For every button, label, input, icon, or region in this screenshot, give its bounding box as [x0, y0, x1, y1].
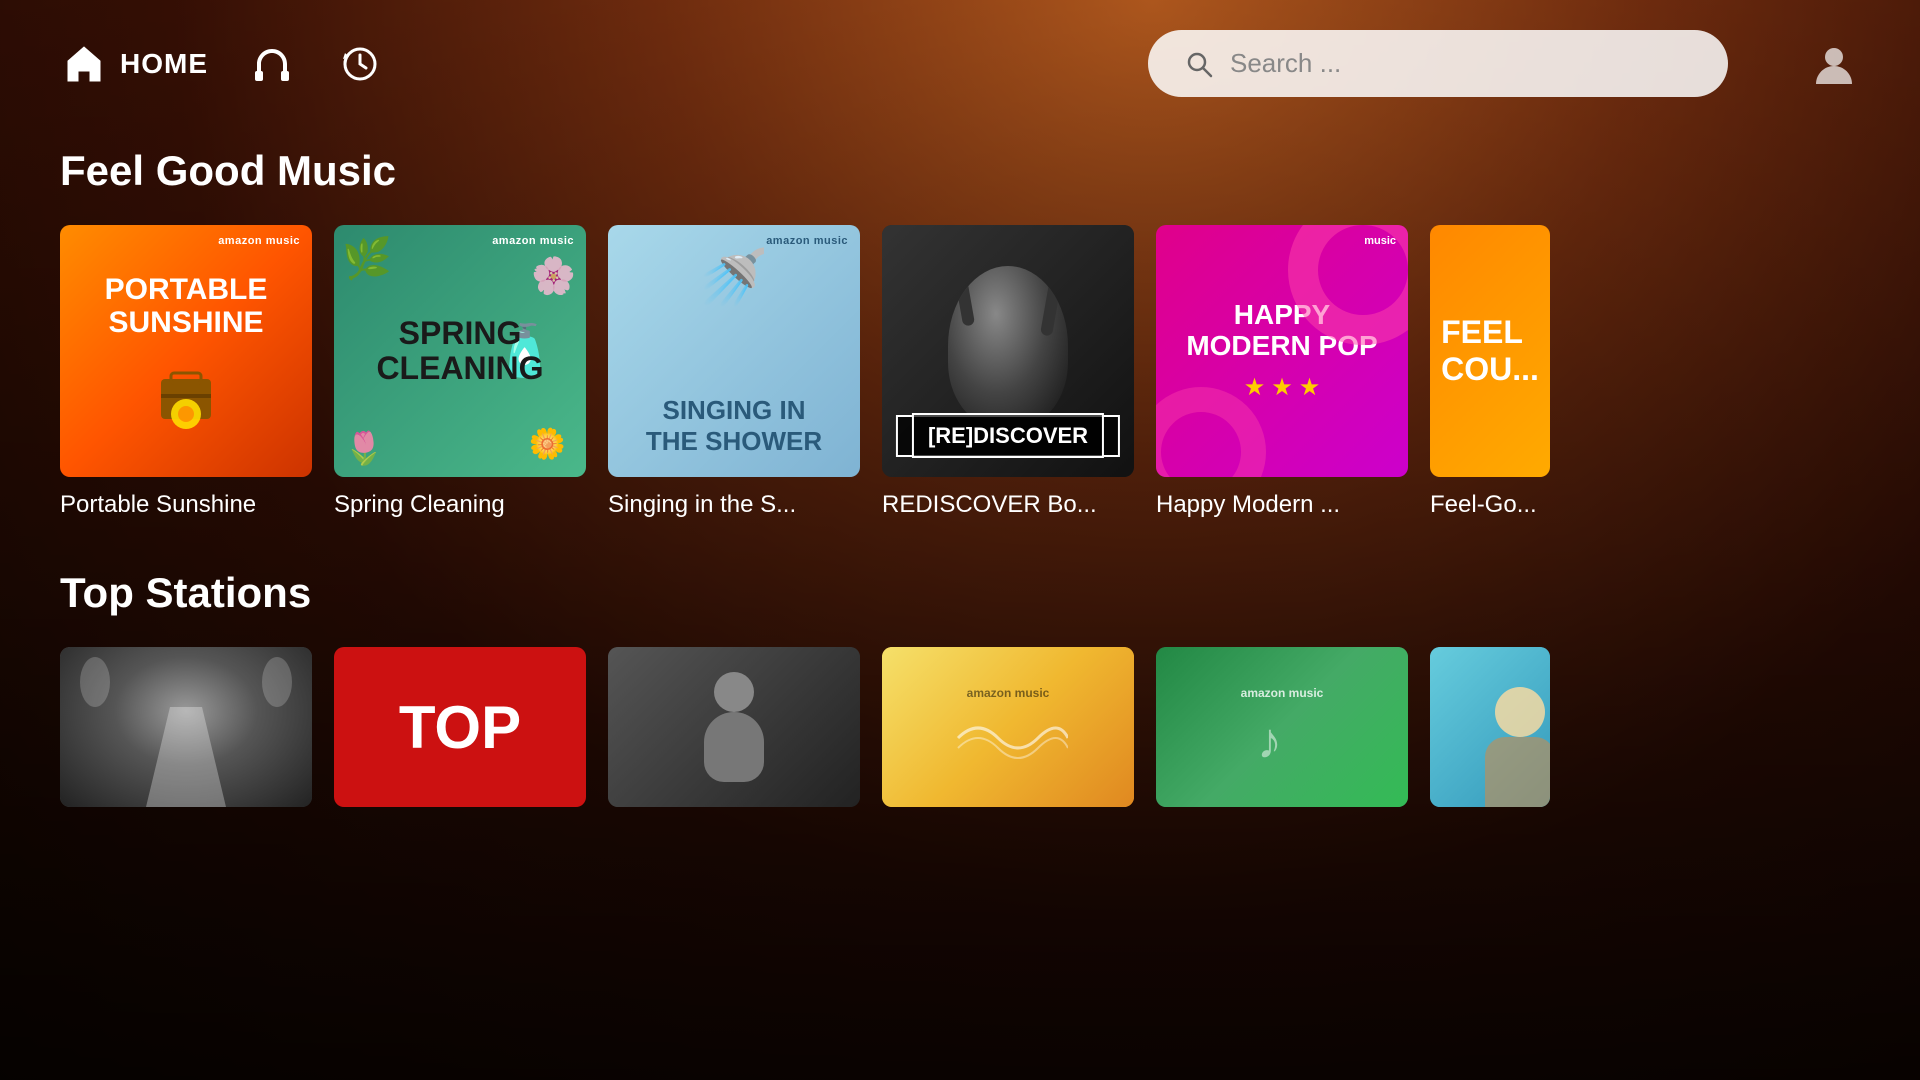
spring-cleaning-label: Spring Cleaning [334, 491, 505, 518]
amazon-grad-badge: amazon music [967, 686, 1050, 700]
spring-cleaning-text: SPRING CLEANING [376, 316, 543, 386]
card-rediscover[interactable]: amazon music [882, 225, 1134, 519]
feel-good-label: Feel-Go... [1430, 491, 1537, 518]
card-happy-modern-pop[interactable]: music HAPPY MODERN POP ★ ★ ★ Happy Moder… [1156, 225, 1408, 519]
station-card-top[interactable]: TOP [334, 647, 586, 807]
history-icon [336, 40, 384, 88]
singing-shower-badge: amazon music [766, 235, 848, 247]
happy-pop-stars: ★ ★ ★ [1244, 373, 1321, 402]
rediscover-label: REDISCOVER Bo... [882, 491, 1097, 518]
home-icon [60, 40, 108, 88]
nav-headphones[interactable] [248, 40, 296, 88]
portable-sunshine-badge: amazon music [218, 235, 300, 247]
card-portable-sunshine-image: amazon music PORTABLE SUNSHINE [60, 225, 312, 477]
card-singing-shower-image: amazon music 🚿 SINGING IN THE SHOWER [608, 225, 860, 477]
header: HOME Search . [0, 0, 1920, 127]
card-happy-modern-pop-image: music HAPPY MODERN POP ★ ★ ★ [1156, 225, 1408, 477]
station-card-amazon-grad-image: amazon music [882, 647, 1134, 807]
top-stations-section: Top Stations [60, 569, 1860, 807]
nav-home[interactable]: HOME [60, 40, 208, 88]
card-rediscover-image: amazon music [882, 225, 1134, 477]
card-spring-cleaning[interactable]: amazon music 🌿 🌸 🌷 🌼 🧴 SPRING CLEANING [334, 225, 586, 519]
station-card-teal-image [1430, 647, 1550, 807]
feel-good-music-section: Feel Good Music amazon music PORTABLE SU… [60, 147, 1860, 519]
station-card-amazon-music[interactable]: amazon music ♪ [1156, 647, 1408, 807]
station-card-1[interactable] [60, 647, 312, 807]
headphones-icon [248, 40, 296, 88]
portable-sunshine-label: Portable Sunshine [60, 491, 256, 518]
search-bar[interactable]: Search ... [1148, 30, 1728, 97]
happy-modern-pop-label: Happy Modern ... [1156, 491, 1340, 518]
card-feel-good-image: FEELCOU... [1430, 225, 1550, 477]
station-card-amazon-grad[interactable]: amazon music [882, 647, 1134, 807]
wave-decoration [948, 708, 1068, 768]
station-card-3[interactable] [608, 647, 860, 807]
svg-text:♪: ♪ [1257, 713, 1282, 768]
top-stations-cards: TOP [60, 647, 1860, 807]
station-card-teal[interactable] [1430, 647, 1550, 807]
singing-shower-label: Singing in the S... [608, 491, 796, 518]
card-singing-shower[interactable]: amazon music 🚿 SINGING IN THE SHOWER Sin… [608, 225, 860, 519]
singing-shower-text: SINGING IN THE SHOWER [608, 395, 860, 457]
rediscover-text: [RE]DISCOVER [912, 413, 1104, 458]
suitcase-icon [141, 359, 231, 429]
card-spring-cleaning-image: amazon music 🌿 🌸 🌷 🌼 🧴 SPRING CLEANING [334, 225, 586, 477]
search-placeholder: Search ... [1230, 48, 1692, 79]
feel-good-music-title: Feel Good Music [60, 147, 1860, 195]
nav-history[interactable] [336, 40, 384, 88]
main-content: Feel Good Music amazon music PORTABLE SU… [0, 127, 1920, 877]
card-feel-good-partial[interactable]: FEELCOU... Feel-Go... [1430, 225, 1550, 519]
feel-good-music-cards: amazon music PORTABLE SUNSHINE [60, 225, 1860, 519]
amazon-music-badge: amazon music [1241, 686, 1324, 700]
music-decoration: ♪ [1242, 708, 1322, 768]
top-stations-title: Top Stations [60, 569, 1860, 617]
station-card-top-image: TOP [334, 647, 586, 807]
portable-sunshine-text: PORTABLE SUNSHINE [105, 273, 268, 339]
station-card-amazon-music-image: amazon music ♪ [1156, 647, 1408, 807]
station-card-1-image [60, 647, 312, 807]
top-station-text: TOP [399, 693, 521, 762]
user-icon[interactable] [1808, 38, 1860, 90]
card-portable-sunshine[interactable]: amazon music PORTABLE SUNSHINE [60, 225, 312, 519]
feel-good-text: FEELCOU... [1441, 314, 1539, 388]
home-label: HOME [120, 48, 208, 80]
station-card-3-image [608, 647, 860, 807]
spring-cleaning-badge: amazon music [492, 235, 574, 247]
search-icon [1184, 49, 1214, 79]
happy-pop-badge: music [1364, 235, 1396, 247]
